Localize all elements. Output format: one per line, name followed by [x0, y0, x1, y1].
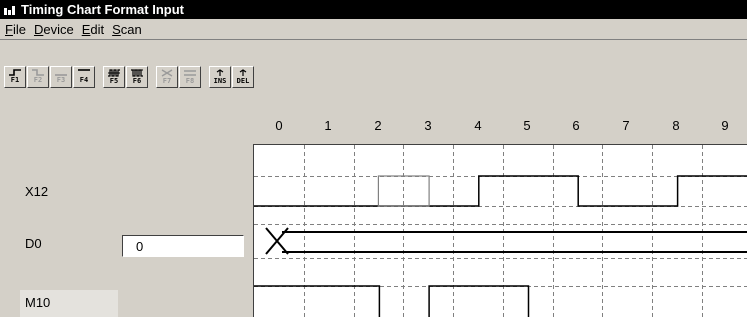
signal-label-m10-box[interactable]: M10 — [20, 290, 118, 317]
signal-label-x12: X12 — [25, 184, 49, 199]
signal-label-m10: M10 — [25, 295, 51, 310]
signal-label-d0: D0 — [25, 236, 42, 251]
timing-chart[interactable] — [0, 0, 747, 317]
m10-waveform — [254, 285, 530, 317]
d0-value-field[interactable]: 0 — [122, 235, 244, 257]
x12-waveform — [254, 175, 747, 207]
